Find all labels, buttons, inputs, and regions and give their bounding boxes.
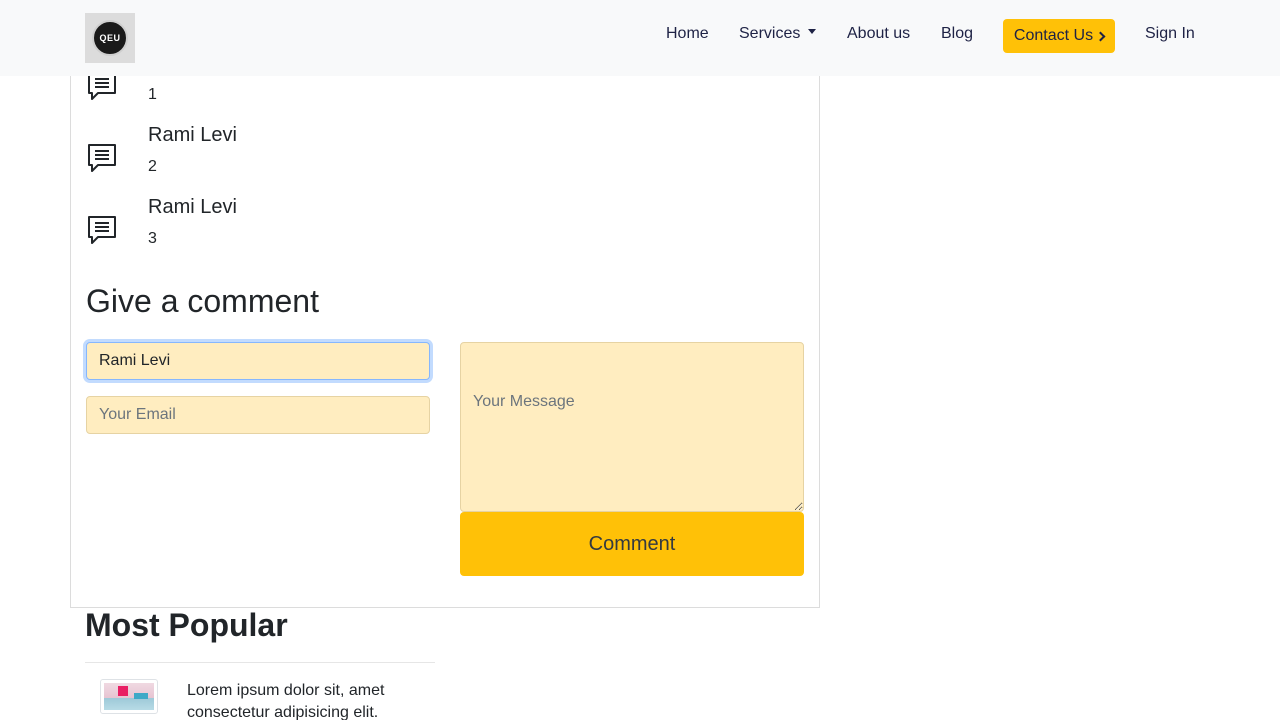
comment-submit-button[interactable]: Comment [460, 512, 804, 576]
nav-blog-link[interactable]: Blog [941, 25, 973, 43]
site-logo[interactable]: QEU [85, 13, 135, 63]
nav-services-label: Services [739, 25, 801, 42]
comment-text: 3 [148, 230, 157, 247]
popular-thumbnail[interactable] [100, 679, 158, 714]
logo-badge: QEU [92, 20, 128, 56]
comment-icon [88, 216, 116, 244]
divider [85, 662, 435, 663]
comment-text: 1 [148, 86, 157, 103]
thumbnail-shape [134, 693, 148, 699]
comment-author: Rami Levi [148, 124, 237, 146]
thumbnail-shape [118, 686, 128, 696]
contact-us-label: Contact Us [1013, 27, 1094, 44]
nav-services-link[interactable]: Services [739, 25, 817, 43]
comment-text: 2 [148, 158, 157, 175]
comment-icon [88, 144, 116, 172]
chevron-right-icon [1095, 31, 1106, 41]
comment-author: Rami Levi [148, 196, 237, 218]
email-field[interactable] [86, 396, 430, 434]
message-field[interactable] [460, 342, 804, 512]
popular-item-text[interactable]: Lorem ipsum dolor sit, amet consectetur … [187, 680, 427, 720]
nav-signin-link[interactable]: Sign In [1145, 25, 1195, 43]
nav-home-link[interactable]: Home [666, 25, 709, 43]
most-popular-title: Most Popular [85, 607, 288, 643]
chevron-down-icon [808, 29, 817, 35]
name-field[interactable] [86, 342, 430, 380]
nav-about-link[interactable]: About us [847, 25, 910, 43]
contact-us-button[interactable]: Contact Us [1003, 19, 1115, 53]
navbar: QEU Home Services About us Blog Contact … [0, 0, 1280, 76]
thumbnail-image [104, 683, 154, 710]
comment-form-title: Give a comment [86, 283, 319, 319]
